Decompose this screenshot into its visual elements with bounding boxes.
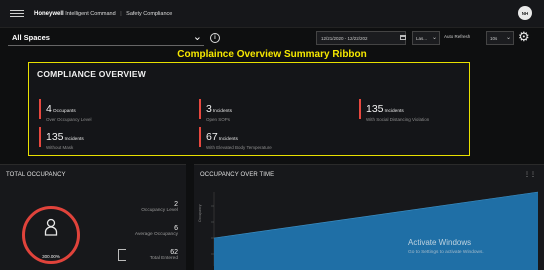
app-header: Honeywell Intelligent Command | Safety C… <box>0 0 544 28</box>
menu-icon[interactable] <box>10 10 24 17</box>
metric-social-distancing[interactable]: 135Incidents With Social Distancing Viol… <box>359 99 430 122</box>
metric-elevated-temperature[interactable]: 67Incidents With Elevated Body Temperatu… <box>199 127 272 150</box>
metric-over-occupancy[interactable]: 4Occupants Over Occupancy Level <box>39 99 92 122</box>
activate-windows-watermark: Activate Windows <box>408 238 472 247</box>
period-select-value: Las... <box>416 36 428 41</box>
chevron-down-icon: ⌄ <box>505 35 511 41</box>
stat-value: 6 <box>174 225 178 232</box>
space-select[interactable]: All Spaces ⌄ <box>8 30 204 46</box>
metric-unit: Occupants <box>52 109 76 114</box>
product-name: Intelligent Command <box>65 10 116 17</box>
stat-value: 2 <box>174 201 178 208</box>
app-brand: Honeywell Intelligent Command | Safety C… <box>34 11 172 17</box>
period-select[interactable]: Las... ⌄ <box>412 31 440 45</box>
metric-label: Over Occupancy Level <box>46 117 92 122</box>
stat-label: Average Occupancy <box>134 232 178 237</box>
metric-open-sops[interactable]: 3Incidents Open SOPs <box>199 99 233 122</box>
stat-value: 62 <box>170 249 178 256</box>
chevron-down-icon: ⌄ <box>431 35 437 41</box>
brand-separator: | <box>120 10 122 17</box>
metric-value: 3 <box>206 103 212 115</box>
filter-bar: All Spaces ⌄ i 12/21/2020 - 12/22/202 La… <box>0 28 544 48</box>
chevron-down-icon: ⌄ <box>192 31 202 43</box>
expand-icon[interactable]: ⋮⋮ <box>524 171 536 178</box>
metric-without-mask[interactable]: 135Incidents Without Mask <box>39 127 84 150</box>
annotation-title: Complaince Overview Summary Ribbon <box>177 49 367 60</box>
metric-unit: Incidents <box>218 137 238 142</box>
metric-value: 4 <box>46 103 52 115</box>
compliance-overview-panel: COMPLIANCE OVERVIEW 4Occupants Over Occu… <box>28 62 470 156</box>
metric-label: Open SOPs <box>206 117 231 122</box>
stat-total-entered: 62 Total Entered <box>150 249 178 261</box>
module-name: Safety Compliance <box>126 10 173 17</box>
date-range-input[interactable]: 12/21/2020 - 12/22/202 <box>316 31 406 45</box>
stat-label: Total Entered <box>149 256 178 261</box>
refresh-interval-select[interactable]: 10s ⌄ <box>486 31 514 45</box>
metric-value: 135 <box>46 131 64 143</box>
gauge-value: 300.00% <box>42 254 60 259</box>
compliance-title: COMPLIANCE OVERVIEW <box>37 69 146 79</box>
metric-unit: Incidents <box>384 109 404 114</box>
avatar[interactable]: NH <box>518 6 532 20</box>
metric-label: Without Mask <box>46 145 74 150</box>
metric-label: With Social Distancing Violation <box>366 117 430 122</box>
metric-unit: Incidents <box>64 137 84 142</box>
occupancy-chart <box>211 191 539 270</box>
calendar-icon[interactable] <box>400 35 406 40</box>
door-enter-icon <box>118 249 126 261</box>
metric-unit: Incidents <box>212 109 233 114</box>
brand-name: Honeywell <box>34 10 64 17</box>
metric-label: With Elevated Body Temperature <box>206 145 272 150</box>
stat-average-occupancy: 6 Average Occupancy <box>135 225 178 237</box>
y-axis-label: Occupancy <box>198 204 202 222</box>
metric-value: 67 <box>206 131 218 143</box>
stat-label: Occupancy Level <box>141 208 178 213</box>
occupancy-over-time-title: OCCUPANCY OVER TIME <box>200 172 275 178</box>
info-icon[interactable]: i <box>210 33 220 43</box>
total-occupancy-title: TOTAL OCCUPANCY <box>6 172 66 178</box>
person-icon <box>44 218 58 236</box>
gear-icon[interactable]: ⚙ <box>518 30 530 44</box>
interval-value: 10s <box>490 36 498 41</box>
stat-occupancy-level: 2 Occupancy Level <box>141 201 178 213</box>
space-select-value: All Spaces <box>12 33 50 42</box>
activate-windows-subtext: Go to Settings to activate Windows. <box>408 250 484 255</box>
auto-refresh-label: Auto Refresh <box>444 34 471 39</box>
metric-value: 135 <box>366 103 384 115</box>
